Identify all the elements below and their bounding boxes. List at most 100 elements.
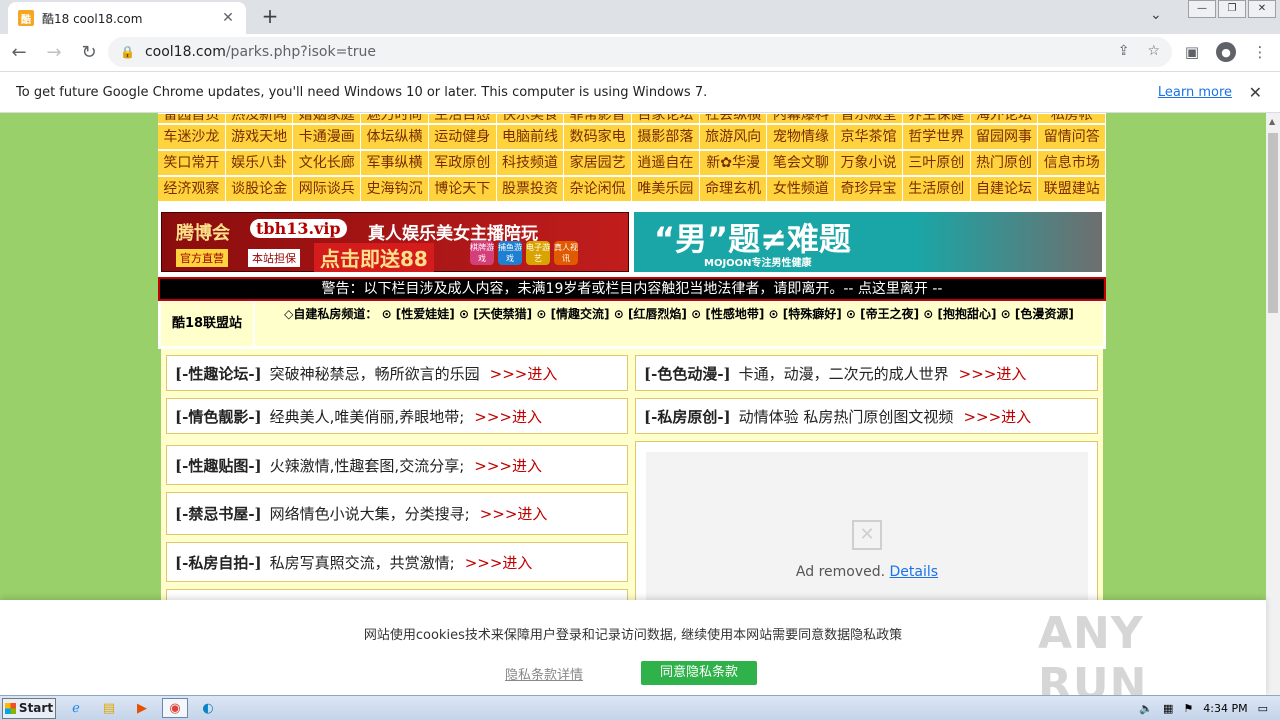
nav-cell[interactable]: 文化长廊 [293, 151, 361, 175]
nav-cell[interactable]: 经济观察 [158, 177, 225, 201]
nav-cell[interactable]: 股票投资 [496, 177, 564, 201]
nav-cell[interactable]: 联盟建站 [1038, 177, 1106, 201]
nav-cell[interactable]: 军政原创 [428, 151, 496, 175]
nav-cell[interactable]: 谈股论金 [225, 177, 293, 201]
enter-link[interactable]: >>>进入 [474, 455, 542, 476]
nav-cell[interactable]: 数码家电 [564, 125, 632, 149]
nav-cell[interactable]: 女性频道 [767, 177, 835, 201]
nav-cell[interactable]: 唯美乐园 [632, 177, 699, 201]
list-item[interactable]: [-性趣论坛-] 突破神秘禁忌，畅所欲言的乐园 >>>进入 [166, 355, 628, 391]
nav-cell[interactable]: 社会纵横 [699, 114, 767, 123]
enter-link[interactable]: >>>进入 [465, 552, 533, 573]
media-player-icon[interactable]: ▶ [129, 698, 155, 718]
nav-cell[interactable]: 新✿华漫 [699, 151, 767, 175]
nav-cell[interactable]: 内幕爆料 [767, 114, 835, 123]
nav-cell[interactable]: 逍遥自在 [632, 151, 699, 175]
nav-cell[interactable]: 笔会文聊 [767, 151, 835, 175]
nav-cell[interactable]: 体坛纵横 [361, 125, 428, 149]
edge-icon[interactable]: ◐ [195, 698, 221, 718]
ie-icon[interactable]: ℯ [63, 698, 89, 718]
nav-cell[interactable]: 三叶原创 [902, 151, 970, 175]
nav-cell[interactable]: 万象小说 [835, 151, 902, 175]
list-item[interactable]: [-性趣贴图-] 火辣激情,性趣套图,交流分享; >>>进入 [166, 445, 628, 485]
nav-cell[interactable]: 卡通漫画 [293, 125, 361, 149]
nav-cell[interactable]: 游戏天地 [225, 125, 293, 149]
folder-icon[interactable]: ▤ [96, 698, 122, 718]
banner-ad-mojoon[interactable]: “男”题≠难题 MOJOON专注男性健康 [634, 212, 1102, 272]
lock-icon[interactable]: 🔒 [120, 45, 135, 59]
enter-link[interactable]: >>>进入 [490, 363, 558, 384]
banner-ad-tbh[interactable]: 腾博会 tbh13.vip 真人娱乐美女主播陪玩 官方直营 本站担保 点击即送8… [161, 212, 629, 272]
network-icon[interactable]: ▦ [1163, 702, 1173, 715]
back-arrow-icon[interactable]: ← [3, 37, 35, 69]
list-item[interactable]: [-禁忌书屋-] 网络情色小说大集，分类搜寻; >>>进入 [166, 492, 628, 535]
nav-cell[interactable]: 摄影部落 [632, 125, 699, 149]
private-channel-links[interactable]: ◇自建私房频道： ⊙ [性爱娃娃] ⊙ [天使禁猎] ⊙ [情趣交流] ⊙ [红… [255, 302, 1103, 346]
nav-cell[interactable]: 史海钩沉 [361, 177, 428, 201]
side-panel-icon[interactable]: ▣ [1182, 38, 1202, 66]
infobar-close-icon[interactable]: ✕ [1249, 83, 1262, 102]
nav-cell[interactable]: 音乐殿堂 [835, 114, 902, 123]
nav-cell[interactable]: 网际谈兵 [293, 177, 361, 201]
enter-link[interactable]: >>>进入 [963, 406, 1031, 427]
list-item-partial[interactable] [166, 589, 628, 600]
nav-cell[interactable]: 杂论闲侃 [564, 177, 632, 201]
menu-dots-icon[interactable]: ⋮ [1250, 38, 1270, 66]
enter-link[interactable]: >>>进入 [480, 503, 548, 524]
list-item[interactable]: [-私房自拍-] 私房写真照交流，共赏激情; >>>进入 [166, 542, 628, 582]
volume-icon[interactable]: 🔈 [1139, 702, 1153, 715]
nav-cell[interactable]: 生活百态 [428, 114, 496, 123]
nav-cell[interactable]: 海外论坛 [970, 114, 1038, 123]
clock[interactable]: 4:34 PM [1203, 702, 1247, 715]
nav-cell[interactable]: 博论天下 [428, 177, 496, 201]
scrollbar-thumb[interactable] [1268, 133, 1278, 313]
enter-link[interactable]: >>>进入 [474, 406, 542, 427]
nav-cell[interactable]: 命理玄机 [699, 177, 767, 201]
start-button[interactable]: Start [2, 697, 56, 719]
address-bar[interactable]: 🔒 cool18.com /parks.php?isok=true ⇪ ☆ [108, 37, 1172, 67]
share-icon[interactable]: ⇪ [1118, 43, 1130, 59]
nav-cell[interactable]: 魅力时尚 [361, 114, 428, 123]
nav-cell[interactable]: 宠物情缘 [767, 125, 835, 149]
ad-details-link[interactable]: Details [890, 564, 939, 580]
nav-cell[interactable]: 百家论坛 [632, 114, 699, 123]
nav-cell[interactable]: 自建论坛 [970, 177, 1038, 201]
nav-cell[interactable]: 奇珍异宝 [835, 177, 902, 201]
tab-search-chevron-icon[interactable]: ⌄ [1150, 7, 1162, 23]
enter-link[interactable]: >>>进入 [959, 363, 1027, 384]
nav-cell[interactable]: 养生保健 [902, 114, 970, 123]
forward-arrow-icon[interactable]: → [38, 37, 70, 69]
adult-warning-bar[interactable]: 警告：以下栏目涉及成人内容，未满19岁者或栏目内容触犯当地法律者，请即离开。--… [158, 277, 1106, 301]
show-desktop-icon[interactable]: ▭ [1258, 702, 1268, 715]
nav-cell[interactable]: 京华茶馆 [835, 125, 902, 149]
nav-cell[interactable]: 笑口常开 [158, 151, 225, 175]
nav-cell[interactable]: 菲常影音 [564, 114, 632, 123]
scroll-up-icon[interactable]: ▲ [1269, 117, 1275, 126]
nav-cell[interactable]: 科技频道 [496, 151, 564, 175]
nav-cell[interactable]: 电脑前线 [496, 125, 564, 149]
list-item[interactable]: [-色色动漫-] 卡通，动漫，二次元的成人世界 >>>进入 [635, 355, 1098, 391]
nav-cell[interactable]: 热门原创 [970, 151, 1038, 175]
nav-cell[interactable]: 家居园艺 [564, 151, 632, 175]
tab-cool18[interactable]: 酷 酷18 cool18.com ✕ [8, 2, 246, 34]
minimize-icon[interactable]: — [1188, 0, 1216, 18]
nav-cell[interactable]: 留情问答 [1038, 125, 1106, 149]
nav-cell[interactable]: 婚姻家庭 [293, 114, 361, 123]
learn-more-link[interactable]: Learn more [1158, 85, 1232, 100]
nav-cell[interactable]: 旅游风向 [699, 125, 767, 149]
nav-cell[interactable]: 生活原创 [902, 177, 970, 201]
nav-cell[interactable]: 车迷沙龙 [158, 125, 225, 149]
chrome-icon[interactable]: ◉ [162, 698, 188, 718]
privacy-details-link[interactable]: 隐私条款详情 [505, 664, 583, 683]
nav-cell[interactable]: 哲学世界 [902, 125, 970, 149]
nav-cell[interactable]: 信息市场 [1038, 151, 1106, 175]
close-window-icon[interactable]: ✕ [1248, 0, 1276, 18]
nav-cell[interactable]: 私房帐 [1038, 114, 1106, 123]
flag-icon[interactable]: ⚑ [1183, 702, 1193, 715]
profile-avatar-icon[interactable]: ● [1216, 42, 1236, 62]
nav-cell[interactable]: 军事纵横 [361, 151, 428, 175]
page-scrollbar[interactable]: ▲ [1266, 113, 1280, 695]
nav-cell[interactable]: 留园首页 [158, 114, 225, 123]
reload-icon[interactable]: ↻ [73, 37, 105, 69]
nav-cell[interactable]: 留园网事 [970, 125, 1038, 149]
